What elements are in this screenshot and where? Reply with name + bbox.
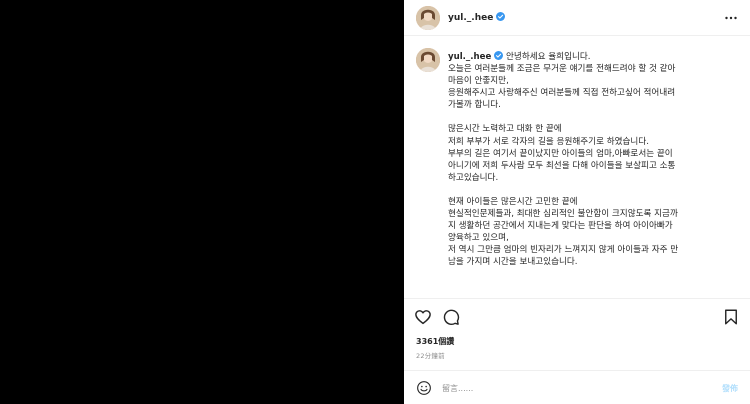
bookmark-icon[interactable] [722, 308, 740, 326]
post-detail-panel: yul._.hee yul._.hee 안녕하세요 율희입니다. 오늘은 여러분… [404, 0, 750, 404]
caption-first-line: yul._.hee 안녕하세요 율희입니다. [448, 51, 740, 63]
post-caption: yul._.hee 안녕하세요 율희입니다. 오늘은 여러분들께 조금은 무거운… [448, 51, 740, 269]
caption-line: 저희 부부가 서로 각자의 길을 응원해주기로 하였습니다. [448, 136, 649, 147]
author-username-text[interactable]: yul._.hee [448, 13, 493, 23]
heart-icon[interactable] [414, 308, 432, 326]
comment-input[interactable] [442, 379, 702, 397]
comment-icon[interactable] [442, 308, 460, 326]
caption-line: 많은시간 노력하고 대화 한 끝에 [448, 124, 562, 135]
post-header: yul._.hee [404, 0, 750, 36]
caption-line: 가볼까 합니다. [448, 100, 501, 111]
caption-verified-badge-icon [494, 51, 504, 60]
caption-line: 오늘은 여러분들께 조금은 무거운 얘기를 전해드려야 할 것 같아 [448, 64, 676, 75]
caption-line: 부부의 길은 여기서 끝이났지만 아이들의 엄마,아빠로서는 끝이 [448, 148, 673, 159]
author-username[interactable]: yul._.hee [448, 12, 506, 23]
caption-line: 양육하고 있으며, [448, 233, 509, 244]
caption-paragraph-break [448, 184, 740, 196]
more-horizontal-icon[interactable] [722, 9, 740, 27]
verified-badge-icon [496, 12, 506, 21]
caption-line: 응원해주시고 사랑해주신 여러분들께 직접 전하고싶어 적어내려 [448, 88, 676, 99]
caption-author-avatar[interactable] [416, 48, 440, 72]
caption-paragraph-break [448, 111, 740, 123]
caption-greeting: 안녕하세요 율희입니다. [506, 52, 591, 62]
caption-line: 현재 아이들은 많은시간 고민한 끝에 [448, 196, 578, 207]
caption-line: 마음이 안좋지만, [448, 76, 509, 87]
caption-author-username[interactable]: yul._.hee [448, 52, 491, 62]
post-image-area[interactable] [0, 0, 404, 404]
caption-line: 지 생활하던 공간에서 지내는게 맞다는 판단을 하여 아이아빠가 [448, 221, 673, 232]
caption-line: 현실적인문제들과, 최대한 심리적인 불안함이 크지않도록 지금까 [448, 209, 678, 220]
post-comment-button[interactable]: 發佈 [722, 383, 738, 394]
caption-line: 저 역시 그만큼 엄마의 빈자리가 느껴지지 않게 아이들과 자주 만 [448, 245, 679, 256]
like-count[interactable]: 3361個讚 [416, 336, 454, 347]
caption-line: 아니기에 저희 두사람 모두 최선을 다해 아이들을 보살피고 소통 [448, 160, 676, 171]
emoji-icon[interactable] [416, 380, 432, 396]
caption-line: 하고있습니다. [448, 172, 499, 183]
instagram-post-view: yul._.hee yul._.hee 안녕하세요 율희입니다. 오늘은 여러분… [0, 0, 750, 404]
caption-line: 남을 가지며 시간을 보내고있습니다. [448, 257, 578, 268]
author-avatar[interactable] [416, 6, 440, 30]
post-actions-bar [404, 298, 750, 334]
comment-bar: 發佈 [404, 370, 750, 404]
post-timestamp[interactable]: 22分鐘前 [416, 350, 445, 360]
